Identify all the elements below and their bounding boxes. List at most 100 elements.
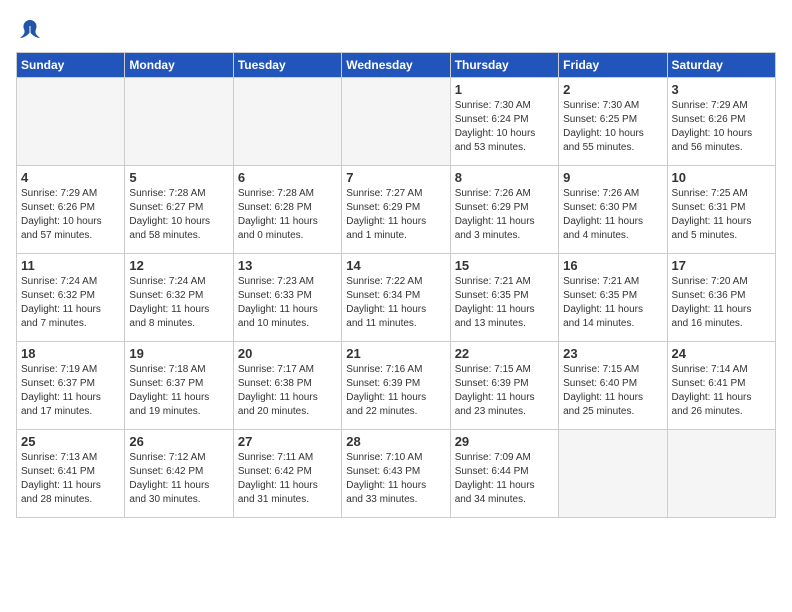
day-number: 18 xyxy=(21,346,120,361)
calendar-cell: 2 Sunrise: 7:30 AM Sunset: 6:25 PM Daylig… xyxy=(559,78,667,166)
logo xyxy=(16,16,48,44)
day-number: 7 xyxy=(346,170,445,185)
calendar-cell: 4 Sunrise: 7:29 AM Sunset: 6:26 PM Daylig… xyxy=(17,166,125,254)
day-number: 17 xyxy=(672,258,771,273)
day-info: Sunrise: 7:20 AM Sunset: 6:36 PM Dayligh… xyxy=(672,275,771,331)
day-number: 15 xyxy=(455,258,554,273)
day-number: 3 xyxy=(672,82,771,97)
day-number: 5 xyxy=(129,170,228,185)
calendar-cell: 7 Sunrise: 7:27 AM Sunset: 6:29 PM Daylig… xyxy=(342,166,450,254)
calendar-week-row: 18 Sunrise: 7:19 AM Sunset: 6:37 PM Dayli… xyxy=(17,342,776,430)
day-number: 29 xyxy=(455,434,554,449)
day-info: Sunrise: 7:15 AM Sunset: 6:39 PM Dayligh… xyxy=(455,363,554,419)
calendar-week-row: 25 Sunrise: 7:13 AM Sunset: 6:41 PM Dayli… xyxy=(17,430,776,518)
day-number: 22 xyxy=(455,346,554,361)
day-number: 2 xyxy=(563,82,662,97)
day-number: 19 xyxy=(129,346,228,361)
day-info: Sunrise: 7:30 AM Sunset: 6:24 PM Dayligh… xyxy=(455,99,554,155)
calendar-cell: 5 Sunrise: 7:28 AM Sunset: 6:27 PM Daylig… xyxy=(125,166,233,254)
weekday-header-saturday: Saturday xyxy=(667,53,775,78)
day-number: 23 xyxy=(563,346,662,361)
calendar-cell: 17 Sunrise: 7:20 AM Sunset: 6:36 PM Dayli… xyxy=(667,254,775,342)
calendar-cell xyxy=(125,78,233,166)
calendar-cell: 13Sunrise: 7:23 AM Sunset: 6:33 PM Dayli… xyxy=(233,254,341,342)
day-info: Sunrise: 7:29 AM Sunset: 6:26 PM Dayligh… xyxy=(21,187,120,243)
calendar-cell: 19 Sunrise: 7:18 AM Sunset: 6:37 PM Dayli… xyxy=(125,342,233,430)
calendar-cell: 9 Sunrise: 7:26 AM Sunset: 6:30 PM Daylig… xyxy=(559,166,667,254)
calendar-cell xyxy=(233,78,341,166)
weekday-header-sunday: Sunday xyxy=(17,53,125,78)
day-info: Sunrise: 7:12 AM Sunset: 6:42 PM Dayligh… xyxy=(129,451,228,507)
weekday-header-wednesday: Wednesday xyxy=(342,53,450,78)
calendar-cell: 22 Sunrise: 7:15 AM Sunset: 6:39 PM Dayli… xyxy=(450,342,558,430)
calendar-cell: 18 Sunrise: 7:19 AM Sunset: 6:37 PM Dayli… xyxy=(17,342,125,430)
day-number: 12 xyxy=(129,258,228,273)
weekday-header-monday: Monday xyxy=(125,53,233,78)
day-info: Sunrise: 7:17 AM Sunset: 6:38 PM Dayligh… xyxy=(238,363,337,419)
day-info: Sunrise: 7:09 AM Sunset: 6:44 PM Dayligh… xyxy=(455,451,554,507)
weekday-header-thursday: Thursday xyxy=(450,53,558,78)
day-number: 25 xyxy=(21,434,120,449)
day-info: Sunrise: 7:29 AM Sunset: 6:26 PM Dayligh… xyxy=(672,99,771,155)
day-info: Sunrise: 7:30 AM Sunset: 6:25 PM Dayligh… xyxy=(563,99,662,155)
day-info: Sunrise: 7:22 AM Sunset: 6:34 PM Dayligh… xyxy=(346,275,445,331)
day-info: Sunrise: 7:21 AM Sunset: 6:35 PM Dayligh… xyxy=(563,275,662,331)
calendar-table: SundayMondayTuesdayWednesdayThursdayFrid… xyxy=(16,52,776,518)
day-number: 24 xyxy=(672,346,771,361)
day-number: 6 xyxy=(238,170,337,185)
calendar-cell: 15 Sunrise: 7:21 AM Sunset: 6:35 PM Dayli… xyxy=(450,254,558,342)
calendar-cell: 14 Sunrise: 7:22 AM Sunset: 6:34 PM Dayli… xyxy=(342,254,450,342)
day-info: Sunrise: 7:11 AM Sunset: 6:42 PM Dayligh… xyxy=(238,451,337,507)
calendar-cell: 29 Sunrise: 7:09 AM Sunset: 6:44 PM Dayli… xyxy=(450,430,558,518)
day-number: 10 xyxy=(672,170,771,185)
calendar-cell: 28Sunrise: 7:10 AM Sunset: 6:43 PM Dayli… xyxy=(342,430,450,518)
logo-bird-icon xyxy=(16,16,44,44)
day-number: 28 xyxy=(346,434,445,449)
day-number: 26 xyxy=(129,434,228,449)
calendar-cell xyxy=(342,78,450,166)
day-info: Sunrise: 7:24 AM Sunset: 6:32 PM Dayligh… xyxy=(21,275,120,331)
calendar-cell: 6 Sunrise: 7:28 AM Sunset: 6:28 PM Daylig… xyxy=(233,166,341,254)
calendar-cell: 27 Sunrise: 7:11 AM Sunset: 6:42 PM Dayli… xyxy=(233,430,341,518)
weekday-header-row: SundayMondayTuesdayWednesdayThursdayFrid… xyxy=(17,53,776,78)
day-info: Sunrise: 7:24 AM Sunset: 6:32 PM Dayligh… xyxy=(129,275,228,331)
day-info: Sunrise: 7:26 AM Sunset: 6:30 PM Dayligh… xyxy=(563,187,662,243)
day-number: 27 xyxy=(238,434,337,449)
calendar-cell: 1 Sunrise: 7:30 AM Sunset: 6:24 PM Daylig… xyxy=(450,78,558,166)
calendar-cell: 10 Sunrise: 7:25 AM Sunset: 6:31 PM Dayli… xyxy=(667,166,775,254)
calendar-cell: 3 Sunrise: 7:29 AM Sunset: 6:26 PM Daylig… xyxy=(667,78,775,166)
calendar-cell: 8Sunrise: 7:26 AM Sunset: 6:29 PM Daylig… xyxy=(450,166,558,254)
calendar-cell xyxy=(559,430,667,518)
calendar-cell: 24 Sunrise: 7:14 AM Sunset: 6:41 PM Dayli… xyxy=(667,342,775,430)
calendar-cell xyxy=(17,78,125,166)
day-info: Sunrise: 7:16 AM Sunset: 6:39 PM Dayligh… xyxy=(346,363,445,419)
calendar-cell: 25 Sunrise: 7:13 AM Sunset: 6:41 PM Dayli… xyxy=(17,430,125,518)
weekday-header-tuesday: Tuesday xyxy=(233,53,341,78)
day-info: Sunrise: 7:19 AM Sunset: 6:37 PM Dayligh… xyxy=(21,363,120,419)
calendar-cell: 26 Sunrise: 7:12 AM Sunset: 6:42 PM Dayli… xyxy=(125,430,233,518)
day-number: 20 xyxy=(238,346,337,361)
day-number: 14 xyxy=(346,258,445,273)
day-info: Sunrise: 7:26 AM Sunset: 6:29 PM Dayligh… xyxy=(455,187,554,243)
day-info: Sunrise: 7:28 AM Sunset: 6:27 PM Dayligh… xyxy=(129,187,228,243)
day-info: Sunrise: 7:28 AM Sunset: 6:28 PM Dayligh… xyxy=(238,187,337,243)
calendar-cell xyxy=(667,430,775,518)
day-info: Sunrise: 7:27 AM Sunset: 6:29 PM Dayligh… xyxy=(346,187,445,243)
day-number: 11 xyxy=(21,258,120,273)
day-info: Sunrise: 7:25 AM Sunset: 6:31 PM Dayligh… xyxy=(672,187,771,243)
day-info: Sunrise: 7:18 AM Sunset: 6:37 PM Dayligh… xyxy=(129,363,228,419)
calendar-cell: 16Sunrise: 7:21 AM Sunset: 6:35 PM Dayli… xyxy=(559,254,667,342)
day-number: 21 xyxy=(346,346,445,361)
day-info: Sunrise: 7:13 AM Sunset: 6:41 PM Dayligh… xyxy=(21,451,120,507)
day-info: Sunrise: 7:21 AM Sunset: 6:35 PM Dayligh… xyxy=(455,275,554,331)
calendar-cell: 21 Sunrise: 7:16 AM Sunset: 6:39 PM Dayli… xyxy=(342,342,450,430)
calendar-cell: 12 Sunrise: 7:24 AM Sunset: 6:32 PM Dayli… xyxy=(125,254,233,342)
day-info: Sunrise: 7:14 AM Sunset: 6:41 PM Dayligh… xyxy=(672,363,771,419)
day-number: 1 xyxy=(455,82,554,97)
calendar-week-row: 1 Sunrise: 7:30 AM Sunset: 6:24 PM Daylig… xyxy=(17,78,776,166)
calendar-cell: 20 Sunrise: 7:17 AM Sunset: 6:38 PM Dayli… xyxy=(233,342,341,430)
day-number: 9 xyxy=(563,170,662,185)
day-info: Sunrise: 7:15 AM Sunset: 6:40 PM Dayligh… xyxy=(563,363,662,419)
day-number: 13 xyxy=(238,258,337,273)
day-number: 4 xyxy=(21,170,120,185)
